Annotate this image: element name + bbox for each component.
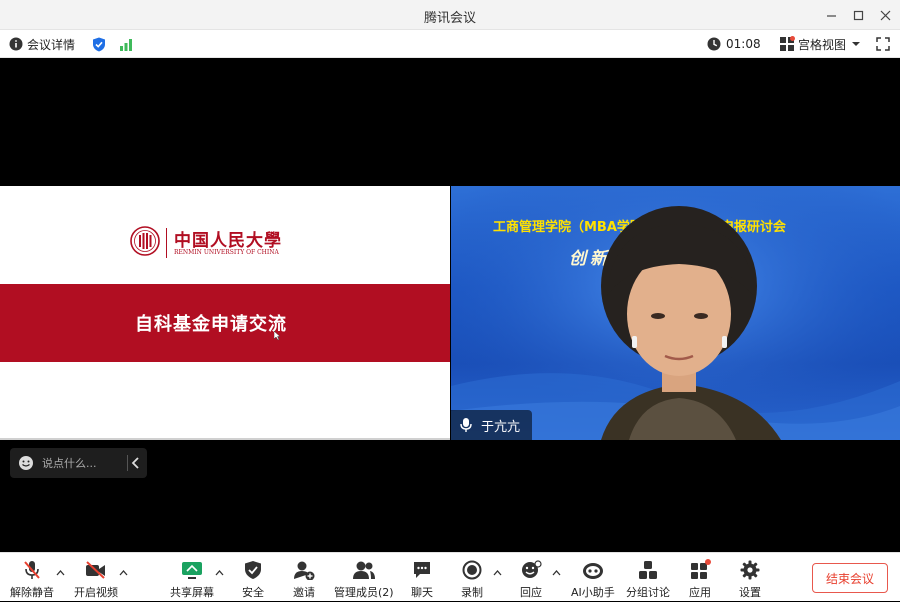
emoji-icon[interactable] [18,455,34,471]
participant-figure [601,206,781,440]
chevron-up-icon [215,570,224,576]
manage-members-button[interactable]: 管理成员(2) [334,553,394,602]
meeting-details-button[interactable]: 会议详情 [9,30,75,58]
grid-view-icon [780,36,795,51]
apps-label: 应用 [689,586,711,599]
unmute-label: 解除静音 [10,586,54,599]
reaction-emoji-icon [522,560,542,578]
record-icon [462,560,482,580]
meeting-details-label: 会议详情 [27,37,76,52]
chat-input[interactable]: 说点什么... [42,455,97,471]
ai-assistant-button[interactable]: AI小助手 [571,553,615,602]
university-logo: 中国人民大學 RENMIN UNIVERSITY OF CHINA [130,226,310,262]
shield-check-icon [93,37,105,51]
clock-icon [707,37,721,51]
timer-text: 01:08 [726,37,761,51]
apps-grid-icon [691,559,711,579]
logo-chinese-name: 中国人民大學 [174,231,282,251]
chevron-up-icon [493,570,502,576]
network-status[interactable] [119,30,133,58]
chat-label: 聊天 [411,586,433,599]
audio-options-caret[interactable] [56,569,65,579]
meeting-toolbar: 解除静音 开启视频 共享屏幕 安全 邀请 管理成员(2) 聊天 录制 回应 AI… [0,552,900,601]
maximize-icon [853,10,863,20]
reactions-label: 回应 [520,586,542,599]
unmute-button[interactable]: 解除静音 [10,553,54,602]
info-icon [9,37,23,51]
reactions-options-caret[interactable] [552,569,561,579]
start-video-button[interactable]: 开启视频 [74,553,118,602]
participant-name: 于亢亢 [481,419,521,435]
start-video-label: 开启视频 [74,586,118,599]
slide-bottom-line [0,438,450,440]
apps-button[interactable]: 应用 [688,553,712,602]
close-icon [880,10,890,20]
video-options-caret[interactable] [119,569,128,579]
maximize-button[interactable] [843,0,873,30]
shared-screen[interactable]: 中国人民大學 RENMIN UNIVERSITY OF CHINA 自科基金申请… [0,186,450,440]
microphone-muted-icon [24,561,40,579]
minimize-icon [826,14,836,17]
members-icon [352,561,375,579]
chevron-down-icon [852,42,861,46]
info-bar: 会议详情 01:08 宫格视图 [0,30,900,58]
close-button[interactable] [870,0,900,30]
participant-video[interactable]: 工商管理学院（MBA学院）高质量课题申报研讨会 创新 谋实 [451,186,900,440]
ai-assistant-label: AI小助手 [571,586,615,599]
security-button[interactable]: 安全 [241,553,265,602]
security-label: 安全 [242,586,264,599]
settings-label: 设置 [739,586,761,599]
record-label: 录制 [461,586,483,599]
quick-chat-bar[interactable]: 说点什么... [10,448,147,478]
slide-title: 自科基金申请交流 [135,314,287,335]
end-meeting-button[interactable]: 结束会议 [812,563,888,593]
title-bar: 腾讯会议 [0,0,900,30]
university-seal-icon [130,226,160,256]
reactions-button[interactable]: 回应 [519,553,543,602]
record-button[interactable]: 录制 [460,553,484,602]
chevron-up-icon [119,570,128,576]
share-screen-label: 共享屏幕 [170,586,214,599]
manage-members-label: 管理成员(2) [334,586,394,599]
breakout-label: 分组讨论 [626,586,670,599]
gear-icon [740,560,760,580]
breakout-button[interactable]: 分组讨论 [626,553,670,602]
camera-off-icon [86,561,105,579]
fullscreen-icon [876,37,890,51]
invite-button[interactable]: 邀请 [292,553,316,602]
robot-icon [582,563,603,579]
microphone-icon [460,418,472,432]
invite-label: 邀请 [293,586,315,599]
signal-bars-icon [120,38,132,51]
chevron-up-icon [56,570,65,576]
chevron-up-icon [552,570,561,576]
logo-english-name: RENMIN UNIVERSITY OF CHINA [174,249,279,256]
fullscreen-button[interactable] [876,30,890,58]
video-stage: 中国人民大學 RENMIN UNIVERSITY OF CHINA 自科基金申请… [0,58,900,552]
shield-check-icon [245,561,261,579]
view-switcher[interactable]: 宫格视图 [779,30,861,58]
add-user-icon [294,561,315,580]
window-title: 腾讯会议 [423,11,476,26]
participant-name-tag: 于亢亢 [451,410,533,440]
meeting-timer: 01:08 [707,30,761,58]
security-status[interactable] [92,30,106,58]
share-screen-button[interactable]: 共享屏幕 [170,553,214,602]
chat-divider [127,455,128,471]
meeting-window: 腾讯会议 会议详情 01:08 宫格视图 中国人民大學 RENMIN UNIVE… [0,0,900,601]
view-label: 宫格视图 [798,37,847,52]
chat-button[interactable]: 聊天 [410,553,434,602]
settings-button[interactable]: 设置 [738,553,762,602]
minimize-button[interactable] [816,0,846,30]
breakout-rooms-icon [639,561,657,579]
cursor-icon [274,331,281,341]
chevron-left-icon[interactable] [131,457,141,469]
share-screen-icon [182,562,202,579]
chat-bubble-icon [414,562,430,578]
share-options-caret[interactable] [215,569,224,579]
record-options-caret[interactable] [493,569,502,579]
